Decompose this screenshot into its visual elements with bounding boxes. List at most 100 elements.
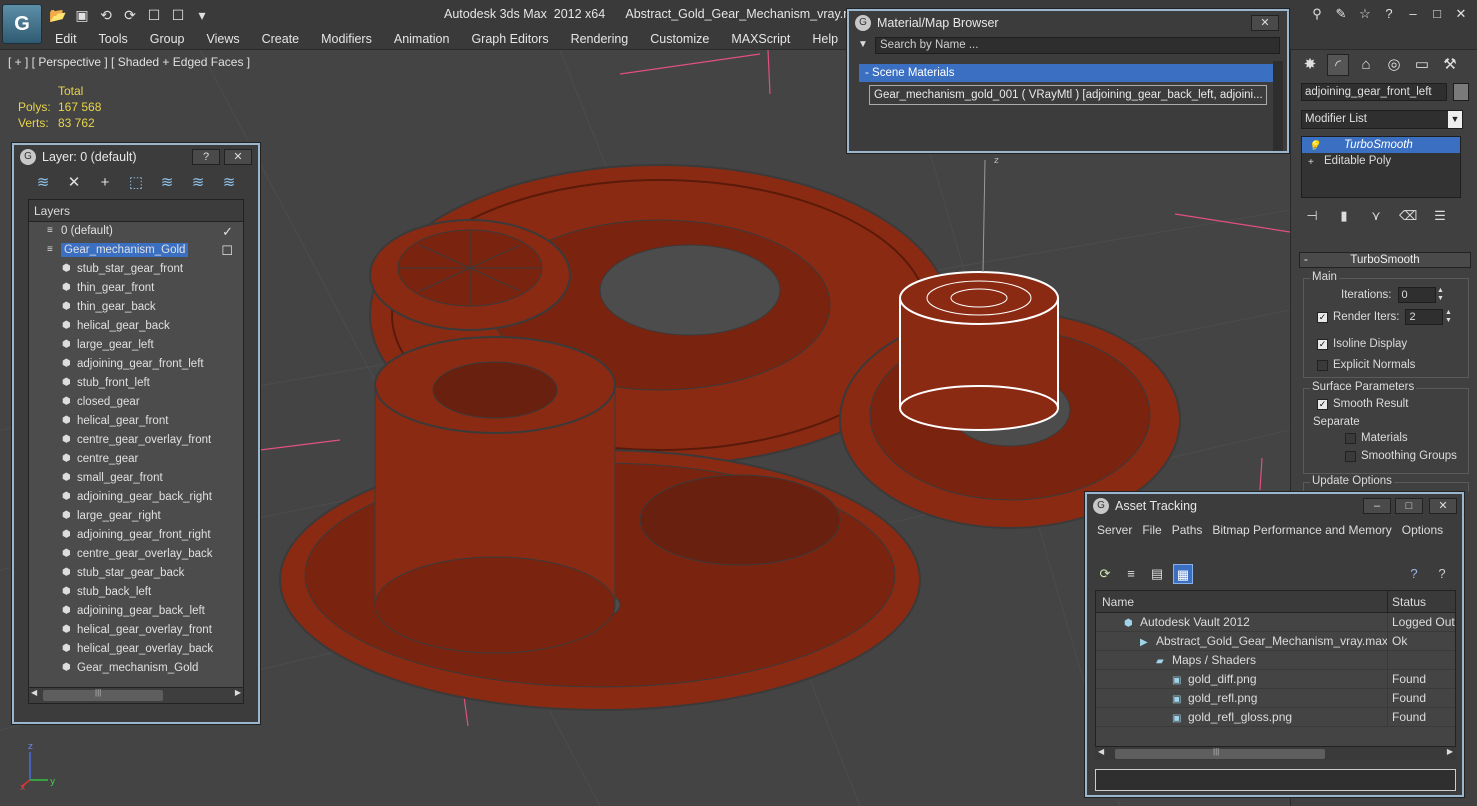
motion-tab-icon[interactable]: ◎: [1383, 54, 1405, 76]
menu-views[interactable]: Views: [195, 30, 250, 50]
highlight-layer-icon[interactable]: ≋: [156, 173, 178, 193]
redo-icon[interactable]: ⟳: [120, 6, 140, 24]
asset-horizontal-scrollbar[interactable]: ◀ ||| ▶: [1095, 746, 1456, 760]
asset-row[interactable]: ▣ gold_refl_gloss.png Found: [1096, 708, 1455, 727]
asset-minimize-button[interactable]: –: [1363, 498, 1391, 514]
open-file-icon[interactable]: 📂: [48, 6, 68, 24]
explicit-normals-checkbox[interactable]: ✓: [1317, 359, 1328, 371]
show-end-result-icon[interactable]: ▮: [1335, 207, 1353, 225]
status-column-header[interactable]: Status: [1388, 591, 1426, 612]
modifier-stack-item[interactable]: 💡 TurboSmooth: [1302, 137, 1460, 153]
spoked-gear[interactable]: [369, 219, 571, 331]
modifier-stack[interactable]: 💡 TurboSmooth + Editable Poly: [1301, 136, 1461, 198]
layer-object-row[interactable]: ⬢ centre_gear: [29, 450, 243, 469]
project-folder-icon[interactable]: ☐: [144, 6, 164, 24]
materials-checkbox[interactable]: ✓: [1345, 432, 1356, 444]
object-color-swatch[interactable]: [1453, 83, 1469, 101]
qa-dropdown-icon[interactable]: ▾: [192, 6, 212, 24]
asset-scroll-thumb[interactable]: |||: [1115, 747, 1325, 759]
help-icon[interactable]: ?: [1404, 564, 1424, 584]
layer-object-row[interactable]: ⬢ centre_gear_overlay_back: [29, 545, 243, 564]
asset-row[interactable]: ▣ gold_diff.png Found: [1096, 670, 1455, 689]
layer-object-row[interactable]: ⬢ adjoining_gear_front_right: [29, 526, 243, 545]
select-objects-icon[interactable]: ⬚: [125, 173, 147, 193]
scroll-right-icon[interactable]: ▶: [235, 688, 241, 697]
asset-menu-file[interactable]: File: [1142, 523, 1161, 537]
modify-tab-icon[interactable]: ◜: [1327, 54, 1349, 76]
layer-row[interactable]: ≡ Gear_mechanism_Gold ☐: [29, 241, 243, 260]
layer-object-row[interactable]: ⬢ large_gear_right: [29, 507, 243, 526]
turbosmooth-rollout-header[interactable]: - TurboSmooth: [1299, 252, 1471, 268]
layer-dialog-titlebar[interactable]: G Layer: 0 (default): [12, 143, 260, 171]
iterations-spinner[interactable]: 0: [1397, 287, 1436, 303]
menu-animation[interactable]: Animation: [383, 30, 461, 50]
material-search-input[interactable]: Search by Name ...: [875, 37, 1280, 54]
asset-row[interactable]: ▰ Maps / Shaders: [1096, 651, 1455, 670]
asset-row[interactable]: ⬢ Autodesk Vault 2012 Logged Out: [1096, 613, 1455, 632]
minimize-icon[interactable]: –: [1405, 6, 1421, 22]
layer-scroll-thumb[interactable]: |||: [43, 688, 163, 701]
material-browser-close-button[interactable]: ✕: [1251, 15, 1279, 31]
menu-edit[interactable]: Edit: [44, 30, 88, 50]
add-to-layer-icon[interactable]: +: [94, 173, 116, 193]
layer-object-row[interactable]: ⬢ helical_gear_overlay_front: [29, 621, 243, 640]
viewport-label[interactable]: [ + ] [ Perspective ] [ Shaded + Edged F…: [8, 55, 250, 69]
chevron-down-icon[interactable]: ▼: [1448, 111, 1462, 128]
menu-group[interactable]: Group: [139, 30, 196, 50]
create-layer-icon[interactable]: ≋: [32, 173, 54, 193]
delete-layer-icon[interactable]: ✕: [63, 173, 85, 193]
layer-tree[interactable]: Layers ≡ 0 (default) ✓ ≡ Gear_mechanism_Gold…: [28, 199, 244, 704]
scroll-left-icon[interactable]: ◀: [1098, 747, 1104, 756]
layer-object-row[interactable]: ⬢ Gear_mechanism_Gold: [29, 659, 243, 678]
layer-object-row[interactable]: ⬢ centre_gear_overlay_front: [29, 431, 243, 450]
layer-object-row[interactable]: ⬢ thin_gear_back: [29, 298, 243, 317]
asset-menu-bitmap-performance-and-memory[interactable]: Bitmap Performance and Memory: [1212, 523, 1391, 537]
menu-graph-editors[interactable]: Graph Editors: [460, 30, 559, 50]
scene-materials-group[interactable]: - Scene Materials: [859, 64, 1274, 82]
current-layer-check-icon[interactable]: ✓: [222, 222, 233, 241]
restore-icon[interactable]: □: [1429, 6, 1445, 22]
layer-column-header[interactable]: Layers: [29, 200, 243, 222]
application-button[interactable]: G: [2, 4, 42, 44]
asset-menu-server[interactable]: Server: [1097, 523, 1132, 537]
favorites-star-icon[interactable]: ☆: [1357, 6, 1373, 22]
list-view-icon[interactable]: ≡: [1121, 564, 1141, 584]
layer-object-row[interactable]: ⬢ adjoining_gear_front_left: [29, 355, 243, 374]
menu-maxscript[interactable]: MAXScript: [720, 30, 801, 50]
make-unique-icon[interactable]: ⋎: [1367, 207, 1385, 225]
layer-close-button[interactable]: ✕: [224, 149, 252, 165]
smoothing-groups-checkbox[interactable]: ✓: [1345, 450, 1356, 462]
save-file-icon[interactable]: ▣: [72, 6, 92, 24]
asset-close-button[interactable]: ✕: [1429, 498, 1457, 514]
refresh-icon[interactable]: ⟳: [1095, 564, 1115, 584]
layer-row[interactable]: ≡ 0 (default) ✓: [29, 222, 243, 241]
hide-all-icon[interactable]: ≋: [187, 173, 209, 193]
layer-object-row[interactable]: ⬢ stub_star_gear_front: [29, 260, 243, 279]
cylinder-gear[interactable]: [374, 336, 616, 654]
smooth-result-checkbox[interactable]: ✓: [1317, 398, 1328, 410]
modifier-list-dropdown[interactable]: Modifier List ▼: [1301, 110, 1463, 129]
menu-rendering[interactable]: Rendering: [560, 30, 640, 50]
selected-gear-adjoining-gear-front-left[interactable]: [899, 159, 1059, 431]
layer-horizontal-scrollbar[interactable]: ◀ ||| ▶: [28, 687, 244, 704]
undo-icon[interactable]: ⟲: [96, 6, 116, 24]
search-options-icon[interactable]: ▼: [858, 39, 868, 50]
isoline-display-checkbox[interactable]: ✓: [1317, 338, 1328, 350]
layer-object-row[interactable]: ⬢ helical_gear_overlay_back: [29, 640, 243, 659]
menu-modifiers[interactable]: Modifiers: [310, 30, 383, 50]
layer-object-row[interactable]: ⬢ helical_gear_back: [29, 317, 243, 336]
layer-object-row[interactable]: ⬢ stub_front_left: [29, 374, 243, 393]
menu-create[interactable]: Create: [251, 30, 311, 50]
close-icon[interactable]: ✕: [1453, 6, 1469, 22]
layer-object-row[interactable]: ⬢ adjoining_gear_back_left: [29, 602, 243, 621]
layer-object-row[interactable]: ⬢ closed_gear: [29, 393, 243, 412]
asset-menu-options[interactable]: Options: [1402, 523, 1443, 537]
pin-stack-icon[interactable]: ⊣: [1303, 207, 1321, 225]
hierarchy-tab-icon[interactable]: ⌂: [1355, 54, 1377, 76]
remove-modifier-icon[interactable]: ⌫: [1399, 207, 1417, 225]
layer-object-row[interactable]: ⬢ stub_star_gear_back: [29, 564, 243, 583]
asset-menu-paths[interactable]: Paths: [1172, 523, 1203, 537]
layer-object-row[interactable]: ⬢ stub_back_left: [29, 583, 243, 602]
binoculars-icon[interactable]: ⚲: [1309, 6, 1325, 22]
create-tab-icon[interactable]: ✸: [1299, 54, 1321, 76]
